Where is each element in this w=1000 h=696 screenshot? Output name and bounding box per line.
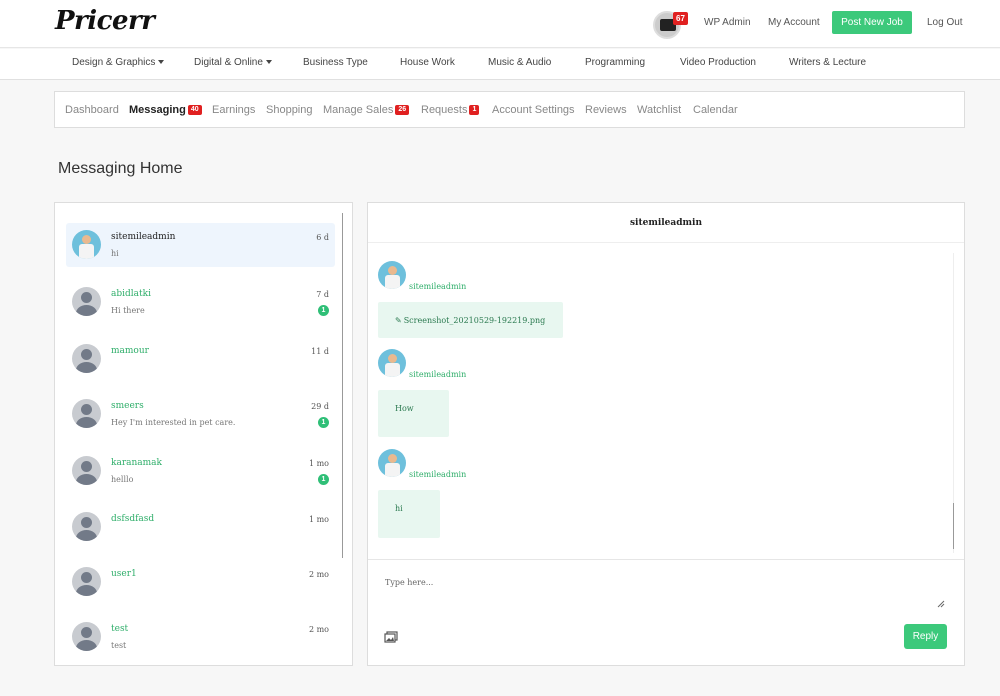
account-tabs: Dashboard Messaging 40 Earnings Shopping …	[54, 91, 965, 128]
message-text: hi	[395, 504, 403, 513]
category-writers-lecture[interactable]: Writers & Lecture	[789, 57, 866, 68]
logout-link[interactable]: Log Out	[927, 17, 963, 28]
category-programming[interactable]: Programming	[585, 57, 645, 68]
conversation-name: abidlatki	[111, 289, 151, 299]
message-author[interactable]: sitemileadmin	[409, 470, 466, 479]
tab-requests[interactable]: Requests 1	[421, 104, 480, 116]
conversation-item[interactable]: dsfsdfasd 1 mo	[66, 505, 335, 549]
conversation-name: user1	[111, 569, 137, 579]
avatar	[72, 399, 101, 428]
paperclip-icon: ✎	[395, 316, 402, 325]
category-video-production[interactable]: Video Production	[680, 57, 756, 68]
conversation-item[interactable]: abidlatki Hi there 7 d 1	[66, 280, 335, 324]
tab-account-settings[interactable]: Account Settings	[492, 104, 575, 116]
conversation-name: mamour	[111, 346, 149, 356]
tab-watchlist[interactable]: Watchlist	[637, 104, 681, 116]
conversation-preview: Hi there	[111, 306, 145, 315]
conversation-preview: test	[111, 641, 127, 650]
conversation-scrollbar[interactable]	[342, 213, 343, 558]
top-header: Pricerr 67 WP Admin My Account Post New …	[0, 0, 1000, 48]
avatar	[72, 230, 101, 259]
chat-scrollbar[interactable]	[953, 503, 954, 549]
conversation-time: 1 mo	[308, 515, 329, 524]
category-design-graphics[interactable]: Design & Graphics	[72, 57, 165, 68]
conversation-time: 1 mo	[308, 459, 329, 468]
conversation-name: test	[111, 624, 129, 634]
avatar	[72, 567, 101, 596]
requests-badge: 1	[469, 105, 480, 116]
avatar	[72, 287, 101, 316]
avatar	[72, 456, 101, 485]
conversation-time: 6 d	[316, 233, 329, 242]
caret-down-icon	[265, 60, 272, 65]
tab-earnings[interactable]: Earnings	[212, 104, 255, 116]
conversation-time: 2 mo	[308, 570, 329, 579]
my-account-link[interactable]: My Account	[768, 17, 820, 28]
messaging-badge: 40	[187, 105, 202, 116]
conversation-time: 29 d	[311, 402, 329, 411]
image-upload-icon[interactable]	[384, 631, 398, 643]
post-new-job-button[interactable]: Post New Job	[832, 11, 912, 34]
message-bubble[interactable]: ✎ Screenshot_20210529-192219.png	[378, 302, 563, 338]
caret-down-icon	[158, 60, 165, 65]
avatar	[378, 449, 406, 477]
conversation-item[interactable]: sitemileadmin hi 6 d	[66, 223, 335, 267]
avatar	[72, 344, 101, 373]
unread-badge: 1	[318, 417, 329, 428]
message-author[interactable]: sitemileadmin	[409, 370, 466, 379]
conversation-time: 7 d	[316, 290, 329, 299]
category-business-type[interactable]: Business Type	[303, 57, 368, 68]
resize-grip-icon[interactable]	[937, 600, 945, 608]
message-text: How	[395, 404, 414, 413]
conversation-name: smeers	[111, 401, 144, 411]
message-author[interactable]: sitemileadmin	[409, 282, 466, 291]
conversation-item[interactable]: mamour 11 d	[66, 337, 335, 381]
tab-dashboard[interactable]: Dashboard	[65, 104, 119, 116]
chat-title: sitemileadmin	[368, 203, 964, 243]
conversation-name: sitemileadmin	[111, 232, 176, 242]
chat-panel: sitemileadmin sitemileadmin ✎ Screenshot_…	[367, 202, 965, 666]
conversation-time: 2 mo	[308, 625, 329, 634]
manage-sales-badge: 26	[395, 105, 410, 116]
conversation-preview: hi	[111, 249, 119, 258]
tab-calendar[interactable]: Calendar	[693, 104, 738, 116]
conversation-time: 11 d	[311, 347, 329, 356]
message-input[interactable]	[379, 570, 949, 610]
conversation-item[interactable]: user1 2 mo	[66, 560, 335, 604]
conversation-item[interactable]: smeers Hey I'm interested in pet care. 2…	[66, 392, 335, 436]
category-digital-online[interactable]: Digital & Online	[194, 57, 272, 68]
message-bubble: How	[378, 390, 449, 437]
conversation-item[interactable]: test test 2 mo	[66, 615, 335, 659]
avatar	[378, 261, 406, 289]
unread-badge: 1	[318, 474, 329, 485]
tab-manage-sales[interactable]: Manage Sales 26	[323, 104, 410, 116]
avatar	[72, 512, 101, 541]
conversation-list: sitemileadmin hi 6 d abidlatki Hi there …	[54, 202, 353, 666]
tab-reviews[interactable]: Reviews	[585, 104, 627, 116]
message-bubble: hi	[378, 490, 440, 538]
attachment-link[interactable]: Screenshot_20210529-192219.png	[404, 316, 546, 325]
tab-shopping[interactable]: Shopping	[266, 104, 313, 116]
category-house-work[interactable]: House Work	[400, 57, 455, 68]
conversation-preview: Hey I'm interested in pet care.	[111, 418, 236, 427]
page-title: Messaging Home	[58, 160, 183, 177]
composer-divider	[368, 559, 964, 560]
notification-badge: 67	[673, 12, 688, 25]
site-logo[interactable]: Pricerr	[55, 6, 155, 36]
category-music-audio[interactable]: Music & Audio	[488, 57, 551, 68]
tab-messaging[interactable]: Messaging 40	[129, 104, 202, 116]
conversation-name: dsfsdfasd	[111, 514, 155, 524]
conversation-item[interactable]: karanamak helllo 1 mo 1	[66, 449, 335, 493]
category-nav: Design & Graphics Digital & Online Busin…	[0, 49, 1000, 80]
unread-badge: 1	[318, 305, 329, 316]
wp-admin-link[interactable]: WP Admin	[704, 17, 751, 28]
reply-button[interactable]: Reply	[904, 624, 947, 649]
conversation-preview: helllo	[111, 475, 134, 484]
avatar	[72, 622, 101, 651]
conversation-name: karanamak	[111, 458, 163, 468]
avatar	[378, 349, 406, 377]
